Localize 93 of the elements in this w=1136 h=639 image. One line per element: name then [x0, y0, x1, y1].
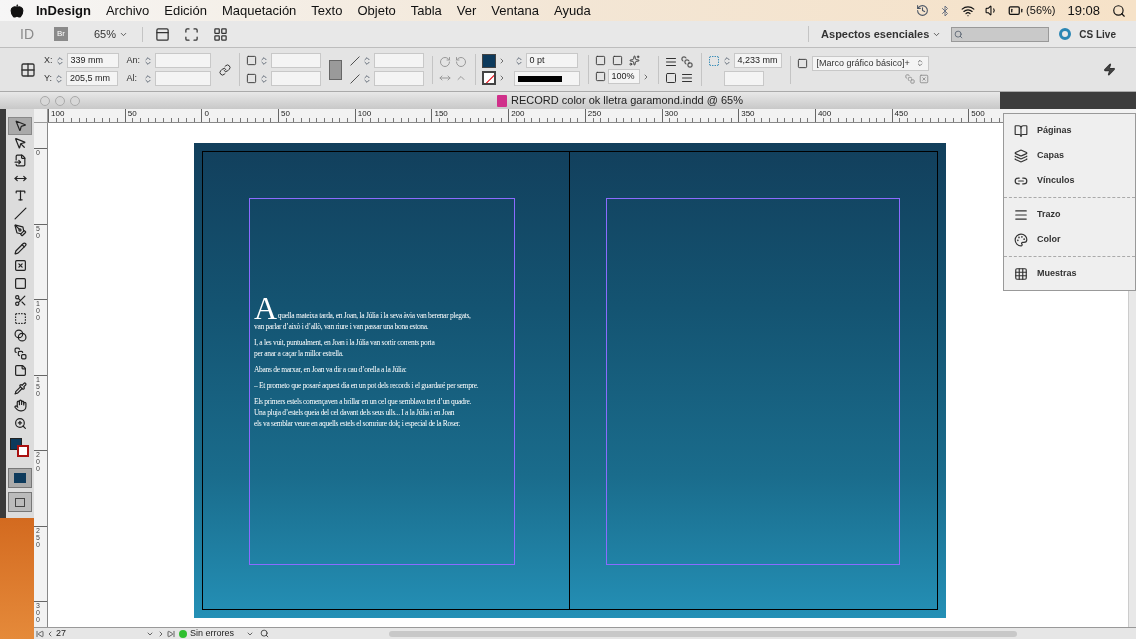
y-field[interactable]: 205,5 mm — [66, 71, 118, 86]
drop-cap: A — [254, 295, 277, 321]
stroke-weight-field[interactable]: 0 pt — [525, 53, 578, 68]
corner-size-field[interactable]: 4,233 mm — [733, 53, 782, 68]
stroke-none-swatch[interactable] — [481, 71, 496, 85]
first-page-icon[interactable] — [36, 629, 44, 638]
normal-mode-button[interactable] — [8, 468, 32, 488]
last-page-icon[interactable] — [167, 629, 175, 638]
arrange-documents-icon[interactable] — [213, 26, 229, 42]
ruler-label: 250 — [585, 109, 602, 118]
ruler-label: 150 — [432, 109, 448, 118]
width-field[interactable] — [154, 53, 211, 68]
x-field[interactable]: 339 mm — [66, 53, 119, 68]
apple-icon[interactable] — [10, 3, 24, 18]
x-label: X: — [44, 53, 53, 67]
search-field[interactable] — [951, 26, 1050, 42]
ruler-label: 50 — [279, 109, 290, 118]
menu-item[interactable]: InDesign — [36, 0, 91, 21]
lines-icon — [1014, 207, 1028, 222]
window-title: RECORD color ok lletra garamond.indd @ 65% — [511, 93, 743, 109]
panel-item[interactable]: Capas — [1004, 143, 1135, 168]
menu-item[interactable]: Texto — [311, 0, 343, 21]
lightning-icon[interactable] — [1103, 63, 1116, 76]
battery-percent: (56%) — [1026, 3, 1056, 19]
constrain-link-icon[interactable] — [218, 63, 231, 76]
object-style-dropdown[interactable]: [Marco gráfico básico]+ — [811, 55, 929, 71]
grid-icon — [1014, 266, 1028, 281]
ruler-label: 350 — [739, 109, 755, 118]
lock-scale-button[interactable] — [328, 59, 342, 80]
layers-icon — [1014, 148, 1028, 163]
wifi-icon[interactable] — [961, 3, 976, 18]
document-icon — [497, 94, 508, 107]
stroke-type-dropdown[interactable] — [513, 71, 580, 86]
shear-field[interactable] — [373, 71, 424, 86]
menu-item[interactable]: Maquetación — [221, 0, 297, 21]
clock-time[interactable]: 19:08 — [1067, 0, 1100, 21]
zoom-dropdown[interactable]: 65% — [94, 25, 129, 43]
menu-item[interactable]: Tabla — [410, 0, 442, 21]
scale-y-field[interactable] — [270, 71, 321, 86]
screen-mode-icon[interactable] — [184, 26, 200, 42]
y-label: Y: — [44, 71, 52, 85]
panel-item[interactable]: Páginas — [1004, 118, 1135, 143]
ruler-label: 100 — [355, 109, 372, 118]
rotation-field[interactable] — [373, 53, 424, 68]
next-page-icon[interactable] — [157, 629, 165, 638]
app-logo: ID — [20, 24, 34, 44]
menu-item[interactable]: Archivo — [105, 0, 150, 21]
palette-icon — [1014, 232, 1028, 247]
width-label: An: — [126, 53, 141, 67]
ruler-label: 500 — [969, 109, 985, 118]
cs-live-icon[interactable] — [1059, 28, 1072, 40]
workspace-dropdown[interactable]: Aspectos esenciales — [808, 25, 942, 43]
panel-item[interactable]: Muestras — [1004, 261, 1135, 286]
preflight-status[interactable]: Sin errores — [190, 626, 246, 639]
search-icon — [954, 29, 964, 39]
corner-options-icon[interactable] — [707, 54, 720, 67]
height-field[interactable] — [154, 71, 211, 86]
stepper-icon — [915, 59, 924, 67]
book-icon — [1014, 123, 1028, 138]
ruler-label: 450 — [892, 109, 908, 118]
effects-icon[interactable] — [628, 55, 640, 66]
height-label: Al: — [126, 71, 139, 85]
previous-page-icon[interactable] — [46, 629, 54, 638]
horizontal-scrollbar[interactable] — [389, 630, 1017, 637]
opacity-field[interactable]: 100% — [607, 69, 640, 84]
battery-icon[interactable] — [1008, 3, 1024, 18]
arrow-pointer-icon[interactable] — [8, 117, 32, 135]
preflight-options-icon[interactable] — [260, 629, 269, 638]
menu-item[interactable]: Objeto — [357, 0, 396, 21]
ruler-label: 300 — [662, 109, 678, 118]
ruler-label: 200 — [509, 109, 525, 118]
ruler-label: 100 — [49, 109, 65, 118]
page-number-field[interactable]: 27 — [56, 626, 136, 639]
search-icon[interactable] — [1112, 3, 1126, 18]
ruler-label: 50 — [125, 109, 137, 118]
reference-point-icon[interactable] — [20, 61, 36, 78]
view-options-icon[interactable] — [155, 26, 171, 42]
fill-stroke-swatches[interactable] — [10, 438, 30, 458]
menu-item[interactable]: Ventana — [491, 0, 540, 21]
ruler-label: 400 — [815, 109, 832, 118]
clock-icon[interactable] — [916, 4, 930, 17]
menu-item[interactable]: Ayuda — [554, 0, 591, 21]
fill-swatch[interactable] — [481, 54, 496, 68]
cs-live-label[interactable]: CS Live — [1079, 26, 1116, 42]
panel-item[interactable]: Color — [1004, 227, 1135, 252]
panel-item[interactable]: Trazo — [1004, 202, 1135, 227]
menu-item[interactable]: Edición — [164, 0, 207, 21]
panel-item[interactable]: Vínculos — [1004, 168, 1135, 193]
menu-item[interactable]: Ver — [456, 0, 477, 21]
scale-x-field[interactable] — [270, 53, 321, 68]
preview-mode-button[interactable] — [8, 492, 32, 512]
ruler-label: 0 — [202, 109, 209, 118]
text-frame[interactable] — [249, 198, 515, 565]
